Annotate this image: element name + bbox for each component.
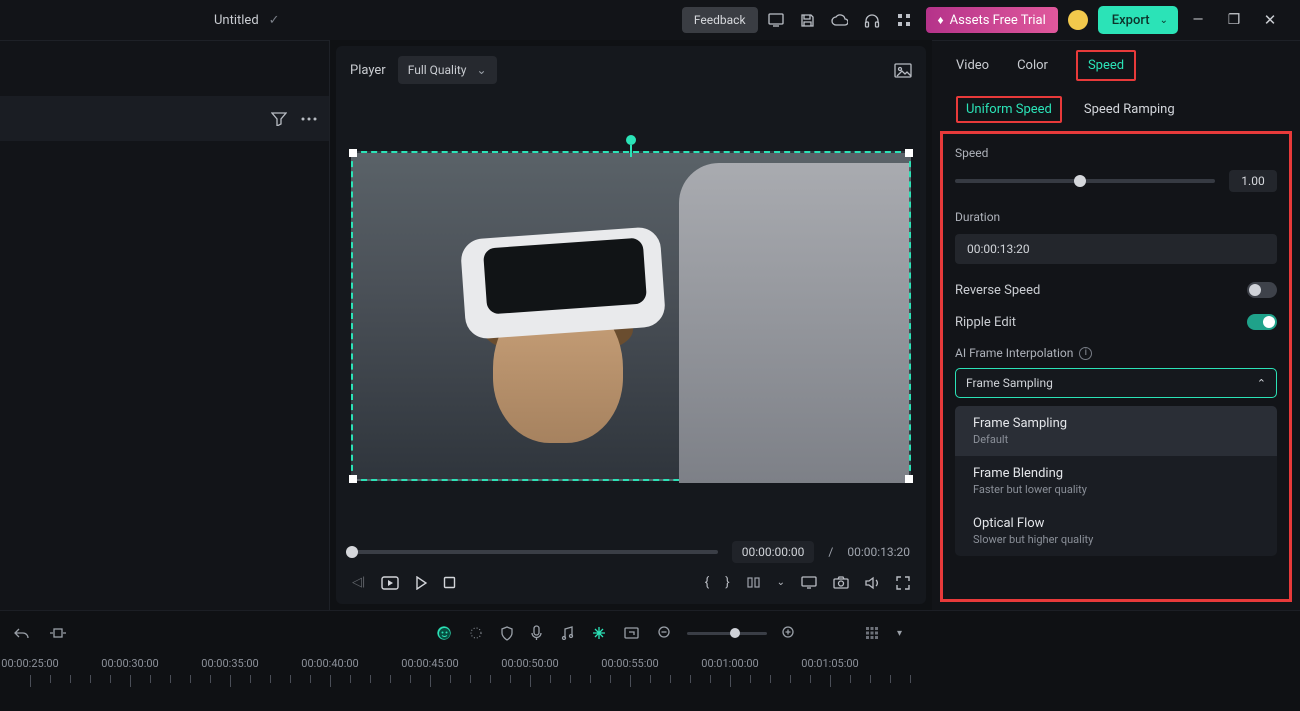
prev-frame-icon[interactable]: ◁|: [352, 575, 365, 590]
ai-icon[interactable]: [433, 622, 455, 644]
play-icon[interactable]: [415, 576, 427, 590]
mark-in-icon[interactable]: {: [705, 575, 709, 590]
mark-out-icon[interactable]: }: [725, 575, 729, 590]
timeline: ▾ 00:00:25:0000:00:30:0000:00:35:0000:00…: [0, 610, 1300, 711]
grid-icon[interactable]: [861, 622, 883, 644]
chevron-up-icon: ⌃: [1257, 377, 1266, 390]
player-panel: Player Full Quality 00:00:00:00 / 00:00:…: [336, 46, 926, 604]
snapshot-icon[interactable]: [833, 576, 849, 589]
speed-value-input[interactable]: 1.00: [1229, 170, 1277, 192]
option-frame-sampling[interactable]: Frame Sampling Default: [955, 406, 1277, 456]
timeline-ruler[interactable]: 00:00:25:00 00:00:30:00 00:00:35:00 00:00:4…: [0, 655, 1300, 695]
chevron-down-icon[interactable]: ▾: [893, 624, 906, 643]
ruler-label: 00:01:05:00: [801, 657, 858, 670]
feedback-button[interactable]: Feedback: [682, 7, 758, 33]
chevron-down-icon[interactable]: ⌄: [777, 577, 785, 588]
subtab-speed-ramping[interactable]: Speed Ramping: [1084, 102, 1175, 117]
subtab-uniform-speed[interactable]: Uniform Speed: [956, 96, 1062, 123]
headphones-icon[interactable]: [858, 7, 886, 33]
saved-check-icon: ✓: [269, 13, 280, 28]
speed-label: Speed: [955, 146, 1277, 160]
music-icon[interactable]: [556, 622, 578, 644]
reverse-speed-toggle[interactable]: [1247, 282, 1277, 298]
export-button[interactable]: Export ⌄: [1098, 6, 1178, 34]
apps-icon[interactable]: [890, 7, 918, 33]
option-frame-blending[interactable]: Frame Blending Faster but lower quality: [955, 456, 1277, 506]
save-icon[interactable]: [794, 7, 822, 33]
ruler-label: 00:00:40:00: [301, 657, 358, 670]
tab-color[interactable]: Color: [1017, 58, 1048, 73]
ruler-label: 00:00:25:00: [1, 657, 58, 670]
tab-speed[interactable]: Speed: [1076, 50, 1136, 81]
scrub-thumb[interactable]: [346, 546, 358, 558]
speed-slider-thumb[interactable]: [1074, 175, 1086, 187]
mic-icon[interactable]: [527, 621, 546, 645]
duration-label: Duration: [955, 210, 1277, 224]
clip-selection[interactable]: [351, 151, 911, 481]
tab-video[interactable]: Video: [956, 58, 989, 73]
ruler-label: 00:00:50:00: [501, 657, 558, 670]
enhance-icon[interactable]: [588, 622, 610, 644]
speed-settings-body: Speed 1.00 Duration 00:00:13:20 Reverse …: [940, 131, 1292, 602]
fullscreen-icon[interactable]: [896, 576, 910, 590]
undo-icon[interactable]: [10, 623, 33, 644]
ripple-edit-toggle[interactable]: [1247, 314, 1277, 330]
frame-interpolation-menu: Frame Sampling Default Frame Blending Fa…: [955, 406, 1277, 556]
speed-slider[interactable]: [955, 179, 1215, 183]
main-area: Player Full Quality 00:00:00:00 / 00:00:…: [0, 40, 1300, 610]
image-icon[interactable]: [894, 63, 912, 78]
zoom-thumb[interactable]: [730, 628, 740, 638]
ruler-label: 00:01:00:00: [701, 657, 758, 670]
chevron-down-icon: ⌄: [1160, 15, 1168, 26]
screen-icon[interactable]: [762, 7, 790, 33]
crop-icon[interactable]: [620, 623, 643, 643]
minimize-icon[interactable]: —: [1182, 12, 1214, 28]
quality-select[interactable]: Full Quality: [398, 56, 497, 84]
option-optical-flow[interactable]: Optical Flow Slower but higher quality: [955, 506, 1277, 556]
close-icon[interactable]: ✕: [1254, 11, 1286, 29]
zoom-out-icon[interactable]: [653, 621, 677, 645]
gem-icon: ♦: [938, 13, 944, 27]
more-icon[interactable]: [301, 117, 317, 121]
assets-free-trial-button[interactable]: ♦ Assets Free Trial: [926, 7, 1058, 33]
maximize-icon[interactable]: ❐: [1218, 12, 1250, 28]
ruler-label: 00:00:55:00: [601, 657, 658, 670]
ripple-edit-label: Ripple Edit: [955, 315, 1016, 330]
info-icon[interactable]: i: [1079, 347, 1092, 360]
play-loop-icon[interactable]: [381, 576, 399, 590]
zoom-in-icon[interactable]: [777, 621, 801, 645]
display-icon[interactable]: [801, 576, 817, 589]
player-label: Player: [350, 63, 386, 78]
titlebar: Untitled ✓ Feedback ♦ Assets Free Trial …: [0, 0, 1300, 40]
stop-icon[interactable]: [443, 576, 456, 589]
ruler-label: 00:00:45:00: [401, 657, 458, 670]
cloud-icon[interactable]: [826, 7, 854, 33]
duration-input[interactable]: 00:00:13:20: [955, 234, 1277, 264]
scrub-bar[interactable]: [352, 550, 718, 554]
time-separator: /: [828, 545, 833, 559]
fit-icon[interactable]: [45, 623, 71, 643]
shield-icon[interactable]: [497, 622, 517, 645]
reverse-speed-label: Reverse Speed: [955, 283, 1040, 298]
sparkle-icon[interactable]: [465, 622, 487, 644]
time-current[interactable]: 00:00:00:00: [732, 541, 815, 563]
video-content: [679, 163, 909, 483]
split-icon[interactable]: [746, 575, 761, 590]
coin-icon[interactable]: [1068, 10, 1088, 30]
media-panel: [0, 40, 330, 610]
filter-icon[interactable]: [271, 112, 287, 126]
ai-frame-interpolation-label: AI Frame Interpolation: [955, 346, 1073, 360]
volume-icon[interactable]: [865, 576, 880, 590]
frame-interpolation-select[interactable]: Frame Sampling ⌃: [955, 368, 1277, 398]
ruler-label: 00:00:30:00: [101, 657, 158, 670]
time-total: 00:00:13:20: [847, 545, 910, 559]
project-title: Untitled: [214, 13, 259, 28]
ruler-label: 00:00:35:00: [201, 657, 258, 670]
playhead-pin[interactable]: [626, 135, 636, 157]
zoom-slider[interactable]: [687, 632, 767, 635]
preview-viewer[interactable]: [336, 94, 926, 531]
inspector-panel: Video Color Speed Uniform Speed Speed Ra…: [932, 40, 1300, 610]
